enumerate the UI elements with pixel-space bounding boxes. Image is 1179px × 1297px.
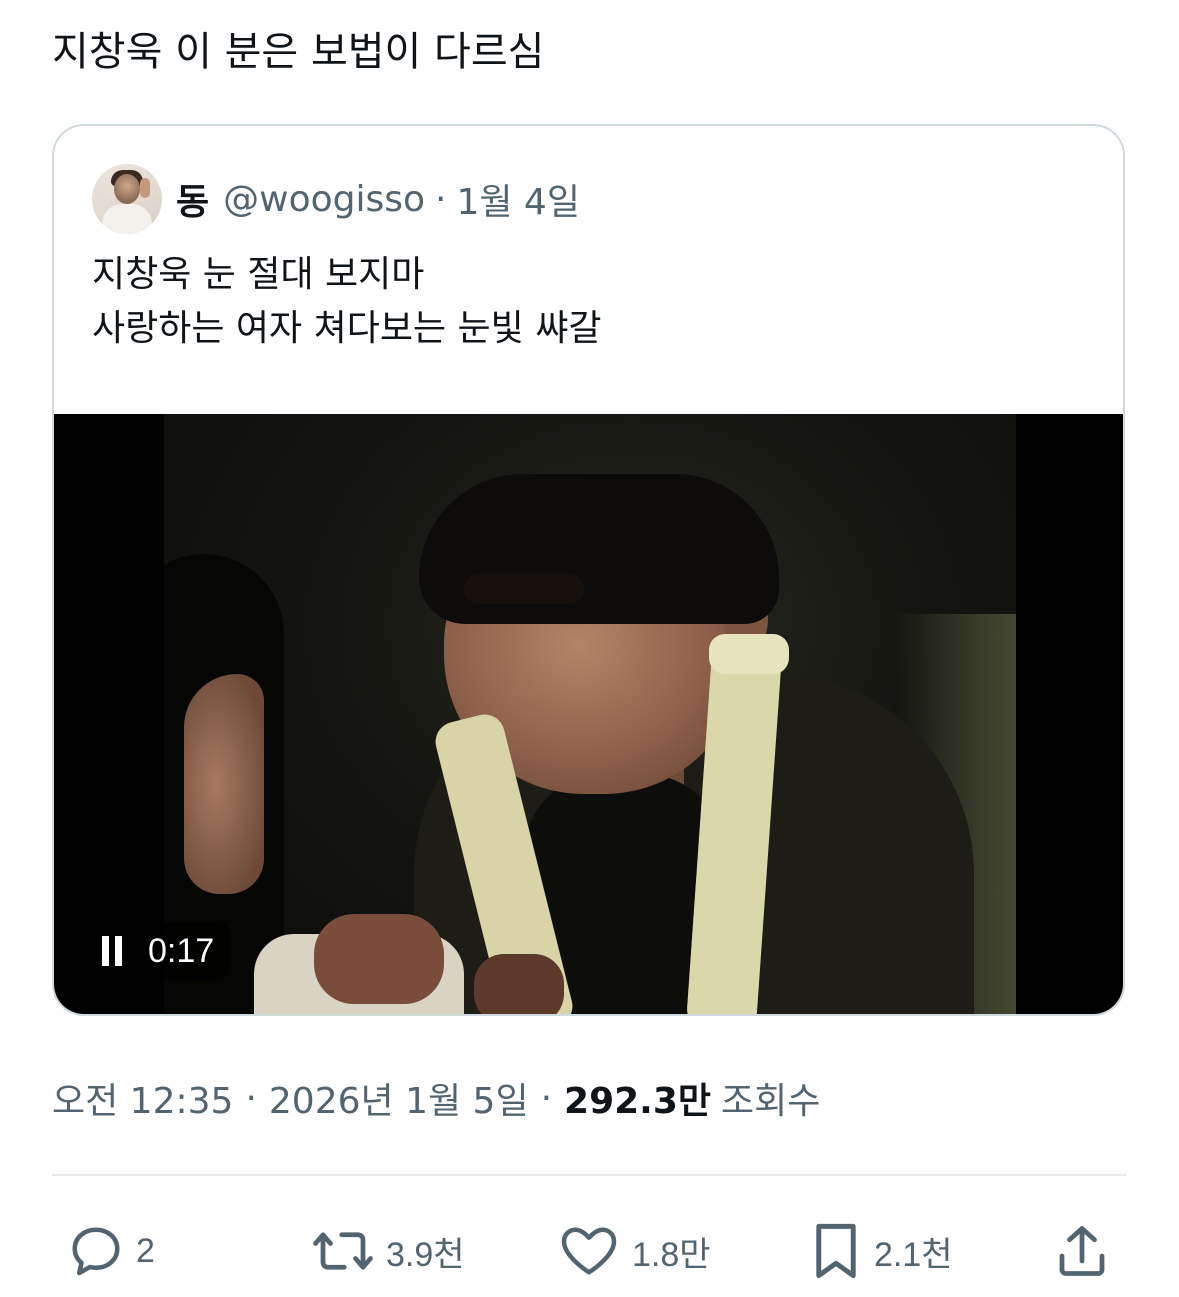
divider (52, 1174, 1127, 1176)
quoted-text-line: 사랑하는 여자 쳐다보는 눈빛 쌰갈 (92, 308, 602, 349)
pause-icon[interactable] (102, 936, 122, 966)
retweet-count: 3.9천 (386, 1235, 465, 1274)
video-controls[interactable]: 0:17 (86, 922, 231, 980)
video-player[interactable]: 0:17 (54, 414, 1123, 1014)
post-full-date[interactable]: 2026년 1월 5일 (269, 1072, 529, 1124)
quoted-text-line: 지창욱 눈 절대 보지마 (92, 254, 425, 295)
heart-icon (556, 1221, 622, 1281)
author-name[interactable]: 동 (176, 173, 209, 225)
bookmark-button[interactable]: 2.1천 (808, 1216, 953, 1286)
view-count: 292.3만 (564, 1081, 712, 1122)
post-date[interactable]: 1월 4일 (456, 173, 580, 225)
quoted-tweet-text: 지창욱 눈 절대 보지마 사랑하는 여자 쳐다보는 눈빛 쌰갈 (92, 248, 601, 356)
separator-dot: · (435, 178, 447, 220)
share-button[interactable] (1052, 1216, 1112, 1286)
tweet-text: 지창욱 이 분은 보법이 다르심 (52, 29, 545, 75)
action-bar: 2 3.9천 1.8만 2.1천 (52, 1216, 1127, 1286)
separator-dot: · (245, 1077, 257, 1119)
reply-icon (66, 1221, 126, 1281)
retweet-icon (310, 1221, 376, 1281)
video-frame (164, 414, 1016, 1014)
post-time[interactable]: 오전 12:35 (52, 1072, 233, 1124)
retweet-button[interactable]: 3.9천 (310, 1216, 465, 1286)
bookmark-icon (808, 1219, 864, 1283)
video-time: 0:17 (148, 931, 215, 970)
bookmark-count: 2.1천 (874, 1235, 953, 1274)
reply-count: 2 (136, 1231, 155, 1270)
share-icon (1052, 1221, 1112, 1281)
separator-dot: · (540, 1077, 553, 1119)
reply-button[interactable]: 2 (66, 1216, 155, 1286)
quoted-tweet-header: 동 @woogisso · 1월 4일 (92, 162, 580, 236)
like-button[interactable]: 1.8만 (556, 1216, 711, 1286)
view-label: 조회수 (721, 1081, 821, 1122)
author-handle[interactable]: @woogisso (223, 179, 425, 220)
like-count: 1.8만 (632, 1235, 711, 1274)
quoted-tweet-card[interactable]: 동 @woogisso · 1월 4일 지창욱 눈 절대 보지마 사랑하는 여자… (52, 124, 1125, 1016)
avatar[interactable] (92, 164, 162, 234)
tweet-meta: 오전 12:35 · 2026년 1월 5일 · 292.3만 조회수 (52, 1072, 820, 1124)
